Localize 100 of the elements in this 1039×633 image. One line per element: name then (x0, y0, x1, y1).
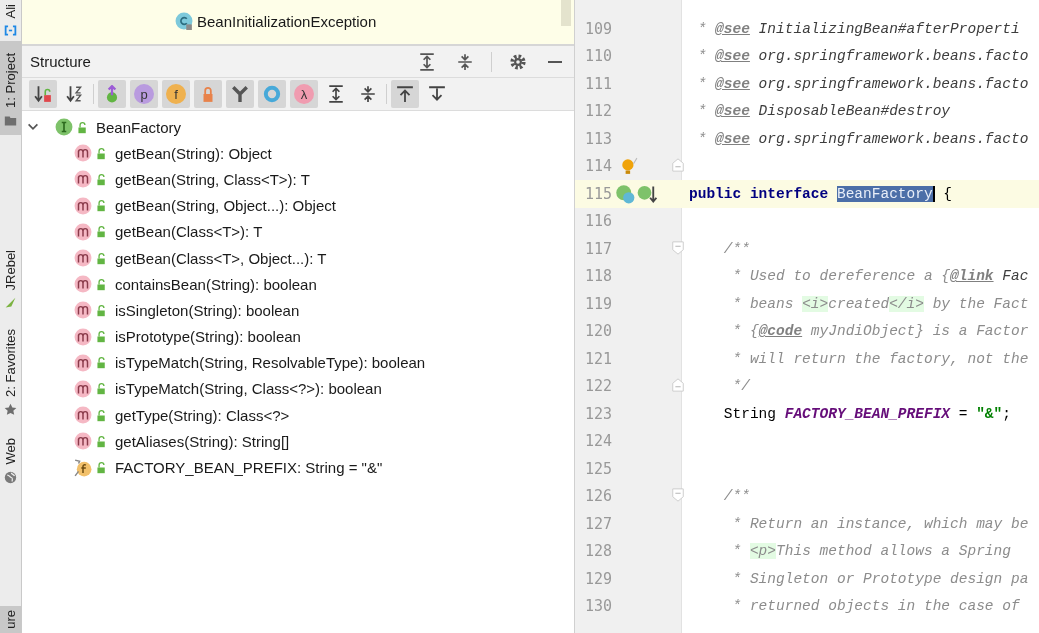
lock-icon (95, 172, 108, 186)
code-line: /** (722, 240, 750, 257)
method-icon (74, 301, 92, 320)
sort-by-visibility-icon (34, 85, 52, 103)
tool-window-tab[interactable]: 2: Favorites (0, 325, 21, 421)
line-number: 127 (583, 514, 612, 533)
code-line: * will return the factory, not the (731, 350, 1029, 367)
line-number: 113 (583, 129, 612, 148)
line-number: 122 (583, 377, 612, 396)
tree-item[interactable]: isTypeMatch(String, ResolvableType): boolean (115, 354, 426, 372)
code-line: * @see org.springframework.beans.facto (696, 130, 1029, 147)
lock-icon (95, 330, 108, 344)
line-number: 123 (583, 404, 612, 423)
sort-alphabetically-icon (66, 85, 84, 103)
scroll-down-icon (428, 85, 446, 103)
method-icon (74, 432, 92, 451)
lock-icon (95, 199, 108, 213)
toolbar-toggle[interactable] (258, 80, 286, 108)
tree-item[interactable]: BeanFactory (96, 118, 182, 136)
line-number: 114 (583, 157, 612, 176)
minimize-icon (547, 60, 563, 63)
toolbar-toggle[interactable] (391, 80, 419, 108)
line-number: 128 (583, 542, 612, 561)
tree-item[interactable]: containsBean(String): boolean (115, 275, 317, 293)
code-line: * {@code myJndiObject} is a Factor (731, 323, 1029, 340)
tree-item[interactable]: getAliases(String): String[] (115, 432, 290, 450)
code-line: * @see DisposableBean#destroy (696, 103, 951, 120)
leaf-icon (4, 296, 17, 310)
tree-item[interactable]: FACTORY_BEAN_PREFIX: String = "&" (115, 459, 383, 477)
class-icon (175, 12, 193, 30)
tree-item[interactable]: BeanInitializationException (197, 12, 377, 30)
line-number: 121 (583, 349, 612, 368)
ring-icon (263, 85, 281, 103)
tree-item[interactable]: isTypeMatch(String, Class<?>): boolean (115, 380, 382, 398)
tree-item[interactable]: getBean(String, Class<T>): T (115, 170, 310, 188)
tree-item[interactable]: getBean(String): Object (115, 144, 272, 162)
method-icon (74, 353, 92, 372)
code-line: */ (731, 378, 750, 395)
interface-icon (55, 118, 73, 137)
tool-window-tab[interactable]: Web (0, 434, 21, 488)
toolbar-toggle[interactable] (194, 80, 222, 108)
lock-icon (95, 434, 108, 448)
line-number: 112 (583, 102, 612, 121)
brackets-icon (4, 24, 17, 38)
line-number: 110 (583, 47, 612, 66)
line-number: 109 (583, 19, 612, 38)
code-line: * Singleton or Prototype design pa (731, 570, 1029, 587)
line-number: 119 (583, 294, 612, 313)
tool-window-tab[interactable]: Ali (0, 0, 21, 42)
tool-window-tab[interactable]: ure (0, 606, 21, 633)
field-icon (74, 458, 92, 477)
line-number: 117 (583, 239, 612, 258)
tree-item[interactable]: getBean(String, Object...): Object (115, 197, 336, 215)
method-icon (74, 170, 92, 189)
tree-item[interactable]: isPrototype(String): boolean (115, 328, 301, 346)
lock-icon (95, 277, 108, 291)
lock-icon (95, 382, 108, 396)
settings-icon (509, 52, 527, 71)
method-icon (74, 327, 92, 346)
method-icon (74, 144, 92, 163)
tree-item[interactable]: isSingleton(String): boolean (115, 301, 300, 319)
toolbar-toggle[interactable] (98, 80, 126, 108)
line-number: 126 (583, 487, 612, 506)
lock-icon (95, 251, 108, 265)
code-line: * @see org.springframework.beans.facto (696, 48, 1029, 65)
code-line: * returned objects in the case of (731, 598, 1020, 615)
code-line: * <p>This method allows a Spring (731, 543, 1011, 560)
fork-icon (231, 85, 249, 103)
method-icon (74, 379, 92, 398)
line-number: 125 (583, 459, 612, 478)
tree-item[interactable]: getBean(Class<T>): T (115, 223, 263, 241)
line-number: 120 (583, 322, 612, 341)
line-number: 129 (583, 569, 612, 588)
scroll-up-icon (396, 85, 414, 103)
code-line: /** (722, 488, 750, 505)
lock-icon (95, 461, 108, 475)
line-number: 115 (583, 184, 612, 203)
lock-icon (76, 120, 89, 134)
tree-item[interactable]: getBean(Class<T>, Object...): T (115, 249, 327, 267)
lock-icon (95, 356, 108, 370)
tool-window-tab[interactable]: JRebel (0, 245, 21, 314)
expand-all-icon (327, 85, 345, 103)
code-line: * @see InitializingBean#afterProperti (696, 20, 1020, 37)
line-number: 124 (583, 432, 612, 451)
collapse-all-icon (359, 85, 377, 103)
code-line: * beans <i>created</i> by the Fact (731, 295, 1029, 312)
star-icon (4, 403, 17, 417)
line-number: 130 (583, 597, 612, 616)
tool-window-tab[interactable]: 1: Project (0, 41, 21, 136)
scrollbar-thumb[interactable] (561, 0, 571, 26)
method-icon (74, 406, 92, 425)
globe-icon (4, 470, 17, 484)
expand-all-icon (418, 52, 436, 71)
panel-title: Structure (30, 53, 92, 70)
toolbar-toggle[interactable] (226, 80, 254, 108)
tree-item[interactable]: getType(String): Class<?> (115, 406, 290, 424)
method-icon (74, 275, 92, 294)
line-number: 118 (583, 267, 612, 286)
code-line: * Used to dereference a {@link Fac (731, 268, 1029, 285)
toolbar-toggle[interactable] (29, 80, 57, 108)
